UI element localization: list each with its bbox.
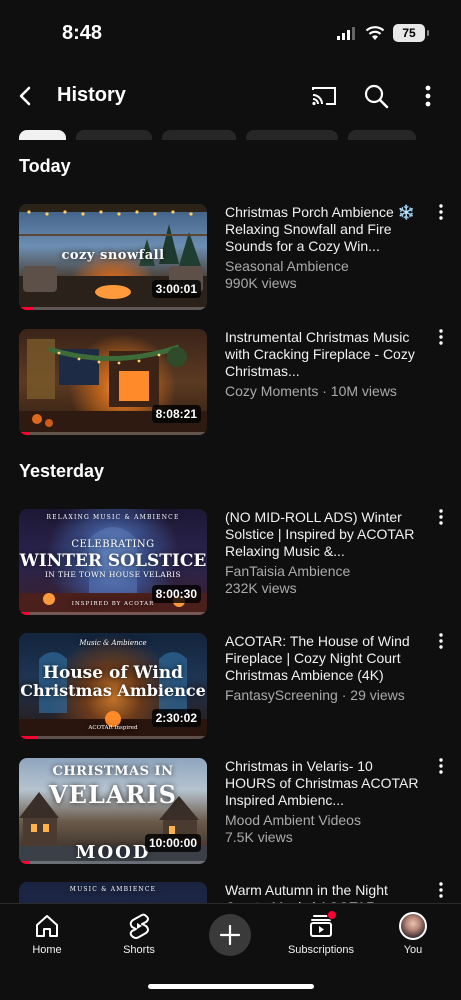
video-thumbnail[interactable]: CHRISTMAS IN VELARIS MOOD 10:00:00 (19, 758, 207, 864)
thumbnail-overlay-title: WINTER SOLSTICE (19, 551, 207, 571)
status-icons: 75 (337, 24, 429, 42)
thumbnail-overlay-title: Christmas Ambience (20, 681, 206, 700)
search-icon (364, 84, 389, 109)
video-channel: FanTaisia Ambience (225, 563, 351, 579)
filter-chip[interactable] (246, 130, 338, 140)
video-duration: 10:00:00 (144, 834, 201, 852)
thumbnail-overlay-top: RELAXING MUSIC & AMBIENCE (46, 514, 180, 521)
nav-item-shorts[interactable]: Shorts (99, 912, 179, 956)
watch-progress-bar (19, 861, 207, 864)
watch-progress-fill (19, 307, 35, 310)
status-time: 8:48 (62, 22, 103, 44)
video-item[interactable]: RELAXING MUSIC & AMBIENCE CELEBRATING WI… (19, 509, 449, 617)
thumbnail-overlay-text: CHRISTMAS IN (52, 764, 174, 779)
nav-label-subscriptions: Subscriptions (287, 944, 355, 956)
video-more-button[interactable] (433, 204, 449, 228)
nav-item-home[interactable]: Home (7, 912, 87, 956)
search-button[interactable] (360, 80, 392, 112)
notification-dot (327, 910, 337, 920)
cellular-signal-icon (337, 27, 355, 40)
page-title: History (57, 84, 126, 106)
nav-label-shorts: Shorts (123, 944, 155, 956)
video-title[interactable]: Instrumental Christmas Music with Cracki… (225, 329, 421, 380)
section-title-today: Today (19, 156, 71, 176)
video-item[interactable]: CHRISTMAS IN VELARIS MOOD 10:00:00 Chris… (19, 758, 449, 866)
cast-button[interactable] (308, 80, 340, 112)
video-channel: Seasonal Ambience (225, 258, 349, 274)
video-views: 7.5K views (225, 829, 293, 845)
video-thumbnail[interactable]: cozy snowfall 3:00:01 (19, 204, 207, 310)
watch-progress-fill (19, 612, 31, 615)
thumbnail-overlay-top: MUSIC & AMBIENCE (69, 886, 157, 893)
back-arrow-icon (19, 86, 31, 106)
video-views: 990K views (225, 275, 297, 291)
avatar (399, 912, 427, 940)
app-bar: History (0, 72, 461, 120)
video-views: 232K views (225, 580, 297, 596)
watch-progress-fill (19, 861, 31, 864)
watch-progress-bar (19, 432, 207, 435)
filter-chips (19, 130, 416, 140)
video-more-button[interactable] (433, 633, 449, 657)
filter-chip[interactable] (348, 130, 416, 140)
nav-label-you: You (403, 944, 423, 956)
plus-icon (219, 924, 241, 946)
wifi-icon (365, 26, 385, 40)
nav-label-home: Home (32, 944, 62, 956)
more-vertical-icon (439, 204, 443, 220)
video-title[interactable]: (NO MID-ROLL ADS) Winter Solstice | Insp… (225, 509, 421, 560)
video-item[interactable]: Music & Ambience House of Wind Christmas… (19, 633, 449, 741)
status-bar: 8:48 75 (0, 0, 461, 70)
thumbnail-overlay-text: cozy snowfall (61, 248, 165, 263)
nav-item-you[interactable]: You (373, 912, 453, 956)
video-duration: 3:00:01 (151, 280, 201, 298)
video-item[interactable]: 8:08:21 Instrumental Christmas Music wit… (19, 329, 449, 437)
thumbnail-overlay-top: Music & Ambience (79, 639, 147, 647)
video-thumbnail[interactable]: Music & Ambience House of Wind Christmas… (19, 633, 207, 739)
thumbnail-overlay-text: CELEBRATING (71, 539, 155, 550)
thumbnail-overlay-title: VELARIS (49, 780, 177, 809)
more-vertical-icon (439, 329, 443, 345)
video-channel-views: FantasyScreening · 29 views (225, 687, 405, 703)
video-duration: 2:30:02 (151, 709, 201, 727)
video-more-button[interactable] (433, 329, 449, 353)
more-options-button[interactable] (412, 80, 444, 112)
watch-progress-fill (19, 432, 31, 435)
more-vertical-icon (425, 85, 431, 107)
filter-chip[interactable] (76, 130, 152, 140)
video-title[interactable]: ACOTAR: The House of Wind Fireplace | Co… (225, 633, 421, 684)
video-channel: Mood Ambient Videos (225, 812, 361, 828)
thumbnail-overlay-text: House of Wind (42, 663, 184, 683)
home-indicator (148, 984, 314, 989)
watch-progress-fill (19, 736, 38, 739)
video-duration: 8:00:30 (151, 585, 201, 603)
battery-indicator: 75 (393, 24, 429, 42)
video-more-button[interactable] (433, 509, 449, 533)
section-title-yesterday: Yesterday (19, 461, 105, 481)
filter-chip[interactable] (19, 130, 66, 140)
more-vertical-icon (439, 758, 443, 774)
thumbnail-overlay-subtitle: IN THE TOWN HOUSE VELARIS (44, 570, 182, 579)
video-thumbnail[interactable]: RELAXING MUSIC & AMBIENCE CELEBRATING WI… (19, 509, 207, 615)
cast-icon (312, 87, 336, 106)
video-duration: 8:08:21 (151, 405, 201, 423)
shorts-icon (129, 913, 149, 939)
video-channel-views: Cozy Moments · 10M views (225, 383, 397, 399)
watch-progress-bar (19, 307, 207, 310)
home-icon (36, 915, 58, 937)
more-vertical-icon (439, 882, 443, 898)
create-button[interactable] (209, 914, 251, 956)
video-title[interactable]: Christmas in Velaris- 10 HOURS of Christ… (225, 758, 421, 809)
more-vertical-icon (439, 633, 443, 649)
video-item[interactable]: cozy snowfall 3:00:01 Christmas Porch Am… (19, 204, 449, 312)
back-button[interactable] (10, 80, 42, 112)
more-vertical-icon (439, 509, 443, 525)
nav-item-subscriptions[interactable]: Subscriptions (281, 910, 361, 956)
video-more-button[interactable] (433, 758, 449, 782)
video-title[interactable]: Christmas Porch Ambience ❄️ Relaxing Sno… (225, 204, 421, 255)
watch-progress-bar (19, 736, 207, 739)
filter-chip[interactable] (162, 130, 236, 140)
video-thumbnail[interactable]: 8:08:21 (19, 329, 207, 435)
watch-progress-bar (19, 612, 207, 615)
